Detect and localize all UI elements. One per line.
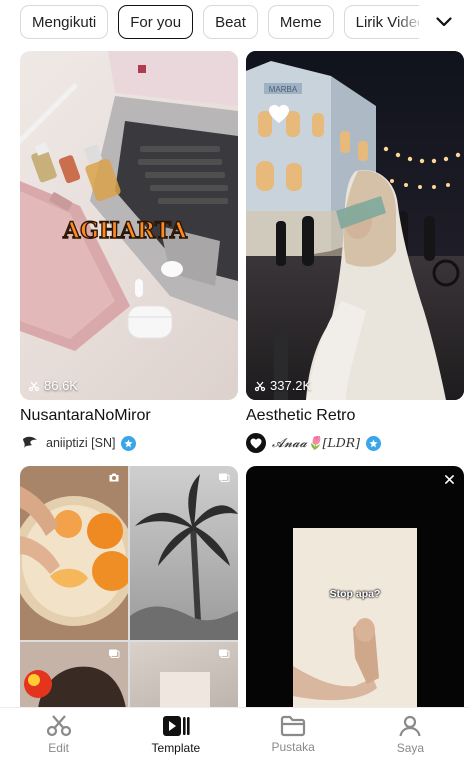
chip-label: For you: [130, 13, 182, 31]
chip-label: Beat: [215, 13, 246, 31]
chip-beat[interactable]: Beat: [203, 5, 258, 39]
nav-label: Edit: [48, 741, 69, 755]
verified-badge-icon: [366, 435, 382, 451]
template-title: NusantaraNoMiror: [20, 407, 151, 424]
verified-badge-icon: [121, 435, 137, 451]
chip-meme[interactable]: Meme: [267, 5, 334, 39]
nav-pustaka[interactable]: Pustaka: [235, 708, 352, 761]
usage-value: 86.6K: [44, 378, 78, 393]
template-thumbnail[interactable]: [20, 466, 238, 726]
template-title: Aesthetic Retro: [246, 407, 356, 424]
nav-label: Saya: [396, 741, 425, 755]
heart-icon: [269, 104, 289, 124]
agharta-sticker: AGHARTA: [62, 218, 188, 244]
template-icon: [162, 716, 190, 736]
template-author[interactable]: aniiptizi [SN]: [20, 433, 137, 453]
nav-saya[interactable]: Saya: [352, 708, 469, 761]
video-caption: Stop apa?: [329, 588, 381, 600]
chip-lirik-video[interactable]: Lirik Video: [343, 5, 426, 39]
chip-for-you[interactable]: For you: [118, 5, 194, 39]
collage-photo-palm: [130, 466, 238, 640]
scissors-icon: [46, 715, 71, 737]
template-card-1[interactable]: AGHARTA 86.6K NusantaraNoMiror aniiptizi…: [20, 51, 238, 456]
template-thumbnail[interactable]: Stop apa?: [246, 466, 464, 726]
chevron-down-icon: [436, 17, 452, 27]
avatar: [246, 433, 266, 453]
usage-value: 337.2K: [270, 378, 312, 393]
template-card-4[interactable]: Stop apa?: [246, 466, 464, 726]
author-name: aniiptizi [SN]: [46, 436, 116, 450]
collage-photo-oranges: [20, 466, 128, 640]
folder-icon: [281, 715, 306, 737]
scissors-icon: [254, 381, 266, 391]
chip-label: Meme: [279, 13, 322, 31]
nav-template[interactable]: Template: [117, 708, 234, 761]
nav-label: Template: [151, 741, 201, 755]
avatar: [20, 433, 40, 453]
template-thumbnail[interactable]: MARBA 337.2K: [246, 51, 464, 400]
chip-mengikuti[interactable]: Mengikuti: [20, 5, 109, 39]
usage-count: 86.6K: [28, 378, 78, 393]
gallery-icon: [109, 649, 120, 658]
bottom-navigation: Edit Template Pustaka Saya: [0, 707, 469, 761]
building-sign: MARBA: [269, 85, 298, 94]
template-card-2[interactable]: MARBA 337.2K Aesthetic Retro 𝓐𝓷𝓪𝓪🌷[LDR]: [246, 51, 464, 456]
camera-icon: [109, 473, 119, 482]
gallery-icon: [219, 473, 230, 482]
scissors-icon: [28, 381, 40, 391]
author-name: 𝓐𝓷𝓪𝓪🌷[LDR]: [272, 435, 361, 450]
nav-edit[interactable]: Edit: [0, 708, 117, 761]
close-icon[interactable]: [445, 475, 454, 484]
template-thumbnail[interactable]: AGHARTA 86.6K: [20, 51, 238, 400]
chip-label: Mengikuti: [32, 13, 97, 31]
chip-label: Lirik Video: [355, 13, 426, 31]
profile-icon: [399, 715, 421, 737]
template-card-3[interactable]: [20, 466, 238, 726]
usage-count: 337.2K: [254, 378, 311, 393]
category-tabs: Mengikuti For you Beat Meme Lirik Video: [20, 4, 469, 40]
gallery-icon: [219, 649, 230, 658]
video-frame: Stop apa?: [293, 528, 417, 726]
template-author[interactable]: 𝓐𝓷𝓪𝓪🌷[LDR]: [246, 433, 382, 453]
nav-label: Pustaka: [271, 740, 315, 754]
expand-categories-button[interactable]: [419, 4, 469, 40]
thumbnail-photo: AGHARTA: [20, 51, 238, 351]
